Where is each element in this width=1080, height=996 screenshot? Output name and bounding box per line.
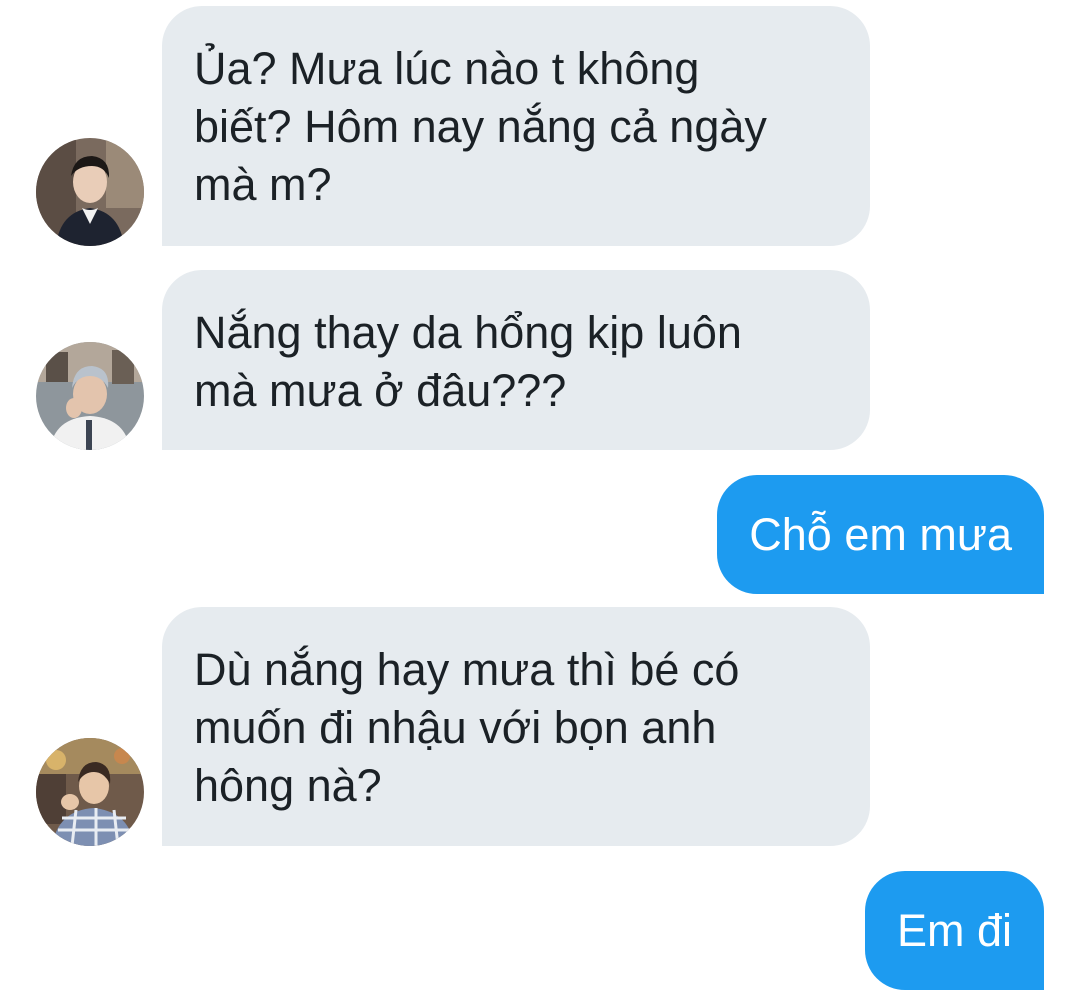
sender-avatar-1[interactable] (36, 138, 144, 246)
sender-avatar-2[interactable] (36, 342, 144, 450)
message-line: hông nà? (194, 760, 382, 811)
message-bubble-incoming[interactable]: Dù nắng hay mưa thì bé có muốn đi nhậu v… (162, 607, 870, 846)
avatar-person-dark-coat-icon (36, 138, 144, 246)
message-line: Nắng thay da hổng kịp luôn (194, 307, 742, 358)
message-line: biết? Hôm nay nắng cả ngày (194, 101, 767, 152)
message-bubble-incoming[interactable]: Nắng thay da hổng kịp luôn mà mưa ở đâu?… (162, 270, 870, 450)
message-line: Em đi (896, 904, 1012, 956)
message-bubble-incoming[interactable]: Ủa? Mưa lúc nào t không biết? Hôm nay nắ… (162, 6, 870, 246)
message-bubble-outgoing[interactable]: Em đi (864, 871, 1044, 990)
message-line: Chỗ em mưa (749, 508, 1012, 560)
message-line: Ủa? Mưa lúc nào t không (194, 43, 700, 94)
avatar-person-white-shirt-icon (36, 342, 144, 450)
avatar-person-plaid-shirt-icon (36, 738, 144, 846)
sender-avatar-3[interactable] (36, 738, 144, 846)
message-bubble-outgoing[interactable]: Chỗ em mưa (717, 475, 1044, 594)
message-line: Dù nắng hay mưa thì bé có (194, 644, 740, 695)
message-line: mà mưa ở đâu??? (194, 365, 567, 416)
message-line: mà m? (194, 159, 332, 210)
conversation-thread: Ủa? Mưa lúc nào t không biết? Hôm nay nắ… (0, 0, 1080, 996)
message-line: muốn đi nhậu với bọn anh (194, 702, 717, 753)
